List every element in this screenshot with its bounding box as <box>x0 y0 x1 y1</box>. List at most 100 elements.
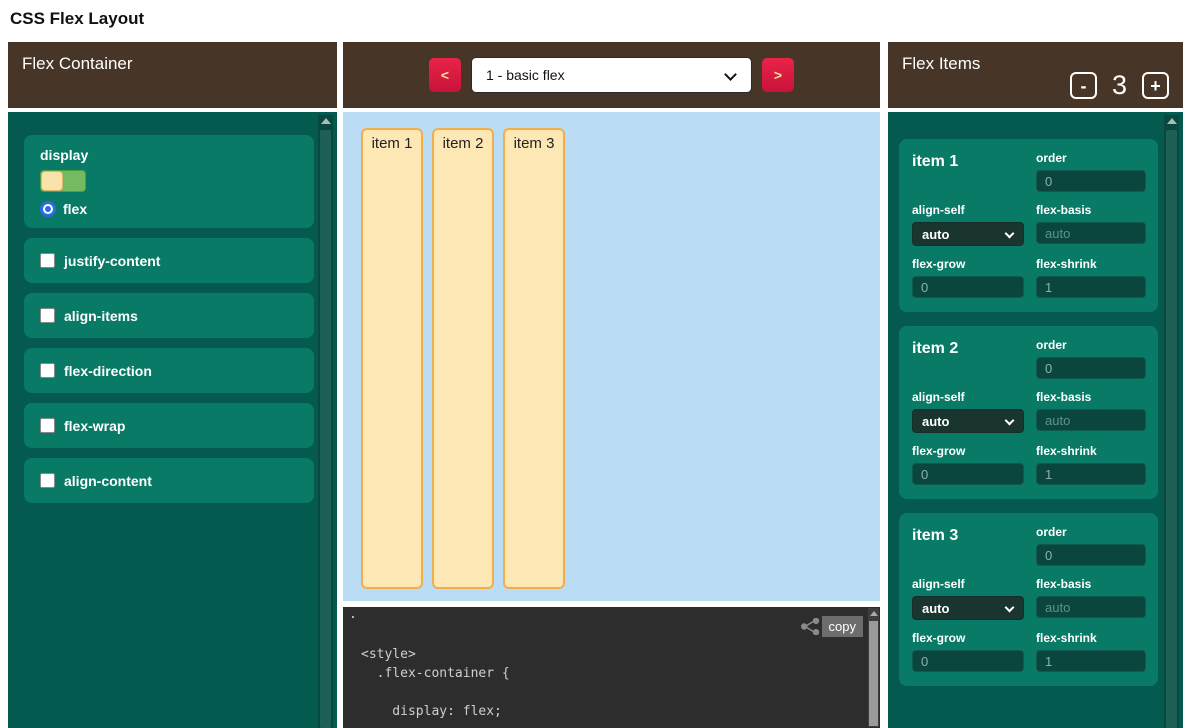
align-self-select[interactable]: auto <box>912 596 1024 620</box>
flex-direction-label: flex-direction <box>64 363 152 379</box>
chevron-down-icon <box>1005 229 1015 239</box>
flex-shrink-input[interactable] <box>1036 276 1146 298</box>
flex-shrink-label: flex-shrink <box>1036 444 1146 458</box>
flex-basis-input[interactable] <box>1036 222 1146 244</box>
order-input[interactable] <box>1036 544 1146 566</box>
justify-content-label: justify-content <box>64 253 160 269</box>
flex-radio[interactable] <box>40 201 56 217</box>
left-panel-scrollbar[interactable] <box>318 115 333 728</box>
align-self-label: align-self <box>912 203 1024 217</box>
code-line: <style> <box>361 645 510 664</box>
item-count: 3 <box>1112 70 1127 101</box>
flex-shrink-input[interactable] <box>1036 463 1146 485</box>
flex-wrap-label: flex-wrap <box>64 418 125 434</box>
example-select-value: 1 - basic flex <box>486 67 565 83</box>
code-panel: . copy <style> .flex-container { display… <box>343 607 880 728</box>
align-items-label: align-items <box>64 308 138 324</box>
scroll-up-icon[interactable] <box>870 611 878 616</box>
flex-basis-input[interactable] <box>1036 596 1146 618</box>
code-line: display: flex; <box>361 702 510 721</box>
flex-grow-input[interactable] <box>912 463 1024 485</box>
demo-flex-item: item 2 <box>432 128 494 589</box>
share-icon[interactable] <box>801 618 820 635</box>
order-input[interactable] <box>1036 357 1146 379</box>
demo-flex-item: item 3 <box>503 128 565 589</box>
flex-items-header: Flex Items - 3 + <box>888 42 1183 108</box>
align-self-value: auto <box>922 414 949 429</box>
align-content-label: align-content <box>64 473 152 489</box>
flex-direction-checkbox[interactable] <box>40 363 55 378</box>
flex-basis-label: flex-basis <box>1036 203 1146 217</box>
right-panel-scrollbar[interactable] <box>1164 115 1179 728</box>
page-title: CSS Flex Layout <box>10 9 144 29</box>
align-self-select[interactable]: auto <box>912 409 1024 433</box>
display-card: display flex <box>24 135 314 228</box>
align-items-checkbox[interactable] <box>40 308 55 323</box>
code-line: .flex-container { <box>361 664 510 683</box>
flex-grow-input[interactable] <box>912 650 1024 672</box>
align-self-value: auto <box>922 601 949 616</box>
align-self-label: align-self <box>912 577 1024 591</box>
order-label: order <box>1036 525 1146 539</box>
flex-wrap-card: flex-wrap <box>24 403 314 448</box>
chevron-down-icon <box>724 68 737 81</box>
example-select[interactable]: 1 - basic flex <box>471 57 752 93</box>
flex-items-body: item 1 order align-self auto flex-basis … <box>888 112 1183 728</box>
flex-direction-card: flex-direction <box>24 348 314 393</box>
remove-item-button[interactable]: - <box>1070 72 1097 99</box>
order-label: order <box>1036 338 1146 352</box>
next-example-button[interactable]: > <box>762 58 794 92</box>
order-label: order <box>1036 151 1146 165</box>
item-counter: - 3 + <box>1070 70 1169 101</box>
align-items-card: align-items <box>24 293 314 338</box>
flex-basis-input[interactable] <box>1036 409 1146 431</box>
flex-wrap-checkbox[interactable] <box>40 418 55 433</box>
display-label: display <box>40 147 314 163</box>
flex-grow-label: flex-grow <box>912 631 1024 645</box>
item-1-card: item 1 order align-self auto flex-basis … <box>899 139 1158 312</box>
demo-flex-item: item 1 <box>361 128 423 589</box>
copy-button[interactable]: copy <box>822 616 863 637</box>
flex-container-title: Flex Container <box>22 54 133 74</box>
code-line <box>361 683 510 702</box>
order-input[interactable] <box>1036 170 1146 192</box>
item-3-card: item 3 order align-self auto flex-basis … <box>899 513 1158 686</box>
align-self-label: align-self <box>912 390 1024 404</box>
align-self-select[interactable]: auto <box>912 222 1024 246</box>
flex-shrink-input[interactable] <box>1036 650 1146 672</box>
code-artifact: . <box>349 607 357 622</box>
justify-content-checkbox[interactable] <box>40 253 55 268</box>
flex-basis-label: flex-basis <box>1036 577 1146 591</box>
flex-basis-label: flex-basis <box>1036 390 1146 404</box>
chevron-down-icon <box>1005 416 1015 426</box>
code-scrollbar[interactable] <box>868 608 879 727</box>
flex-container-body: display flex justify-content align-items… <box>8 112 337 728</box>
align-content-card: align-content <box>24 458 314 503</box>
align-content-checkbox[interactable] <box>40 473 55 488</box>
flex-radio-label: flex <box>63 201 87 217</box>
code-block: <style> .flex-container { display: flex; <box>361 645 510 721</box>
scroll-up-icon[interactable] <box>321 118 331 124</box>
chevron-down-icon <box>1005 603 1015 613</box>
scrollbar-thumb[interactable] <box>1166 130 1177 728</box>
flex-shrink-label: flex-shrink <box>1036 257 1146 271</box>
item-card-title: item 3 <box>912 525 1024 566</box>
flex-grow-input[interactable] <box>912 276 1024 298</box>
example-nav-bar: < 1 - basic flex > <box>343 42 880 108</box>
scroll-up-icon[interactable] <box>1167 118 1177 124</box>
add-item-button[interactable]: + <box>1142 72 1169 99</box>
item-2-card: item 2 order align-self auto flex-basis … <box>899 326 1158 499</box>
display-toggle[interactable] <box>40 170 86 192</box>
item-card-title: item 2 <box>912 338 1024 379</box>
flex-grow-label: flex-grow <box>912 257 1024 271</box>
scrollbar-thumb[interactable] <box>320 130 331 728</box>
scrollbar-thumb[interactable] <box>869 621 878 726</box>
prev-example-button[interactable]: < <box>429 58 461 92</box>
flex-grow-label: flex-grow <box>912 444 1024 458</box>
flex-container-header: Flex Container <box>8 42 337 108</box>
toggle-knob <box>41 171 63 191</box>
justify-content-card: justify-content <box>24 238 314 283</box>
item-card-title: item 1 <box>912 151 1024 192</box>
flex-demo-container: item 1 item 2 item 3 <box>343 112 880 601</box>
flex-shrink-label: flex-shrink <box>1036 631 1146 645</box>
